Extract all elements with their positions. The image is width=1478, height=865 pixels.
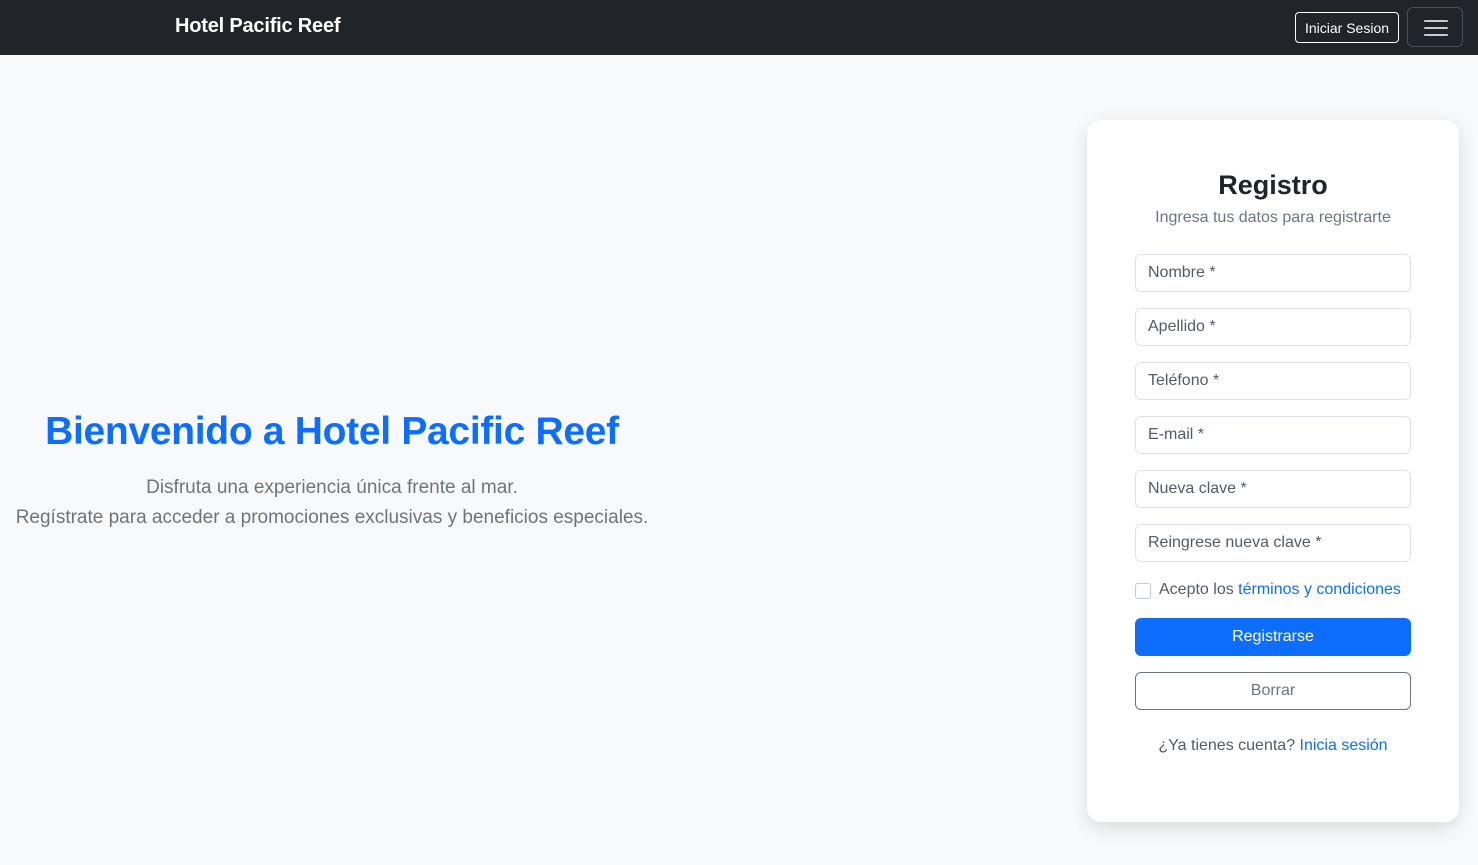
registration-card: Registro Ingresa tus datos para registra… bbox=[1087, 120, 1459, 822]
hamburger-menu-icon-bar bbox=[1424, 34, 1448, 36]
terms-checkbox[interactable] bbox=[1135, 583, 1151, 599]
existing-account-prompt: ¿Ya tienes cuenta? Inicia sesión bbox=[1087, 737, 1459, 755]
login-button[interactable]: Iniciar Sesion bbox=[1295, 12, 1399, 43]
confirm-password-input[interactable] bbox=[1135, 524, 1411, 562]
top-navbar: Hotel Pacific Reef Iniciar Sesion bbox=[0, 0, 1478, 55]
hamburger-menu-button[interactable] bbox=[1407, 7, 1463, 47]
clear-button[interactable]: Borrar bbox=[1135, 672, 1411, 710]
terms-prefix: Acepto los bbox=[1159, 581, 1239, 598]
account-prompt-text: ¿Ya tienes cuenta? bbox=[1158, 737, 1300, 754]
email-input[interactable] bbox=[1135, 416, 1411, 454]
login-link[interactable]: Inicia sesión bbox=[1300, 737, 1388, 754]
first-name-input[interactable] bbox=[1135, 254, 1411, 292]
phone-input[interactable] bbox=[1135, 362, 1411, 400]
terms-link[interactable]: términos y condiciones bbox=[1238, 581, 1401, 598]
register-button[interactable]: Registrarse bbox=[1135, 618, 1411, 656]
new-password-input[interactable] bbox=[1135, 470, 1411, 508]
hero-title: Bienvenido a Hotel Pacific Reef bbox=[45, 410, 619, 453]
form-title: Registro bbox=[1218, 170, 1328, 200]
last-name-input[interactable] bbox=[1135, 308, 1411, 346]
hero-description-line: Disfruta una experiencia única frente al… bbox=[146, 477, 518, 498]
form-subtitle: Ingresa tus datos para registrarte bbox=[1155, 209, 1391, 226]
terms-row: Acepto los términos y condiciones bbox=[1135, 581, 1435, 601]
hero-description-line: Regístrate para acceder a promociones ex… bbox=[15, 507, 649, 528]
terms-label: Acepto los términos y condiciones bbox=[1159, 581, 1401, 599]
hamburger-menu-icon-bar bbox=[1424, 27, 1448, 29]
hamburger-menu-icon bbox=[1424, 20, 1448, 22]
brand-logo-text[interactable]: Hotel Pacific Reef bbox=[175, 15, 341, 38]
